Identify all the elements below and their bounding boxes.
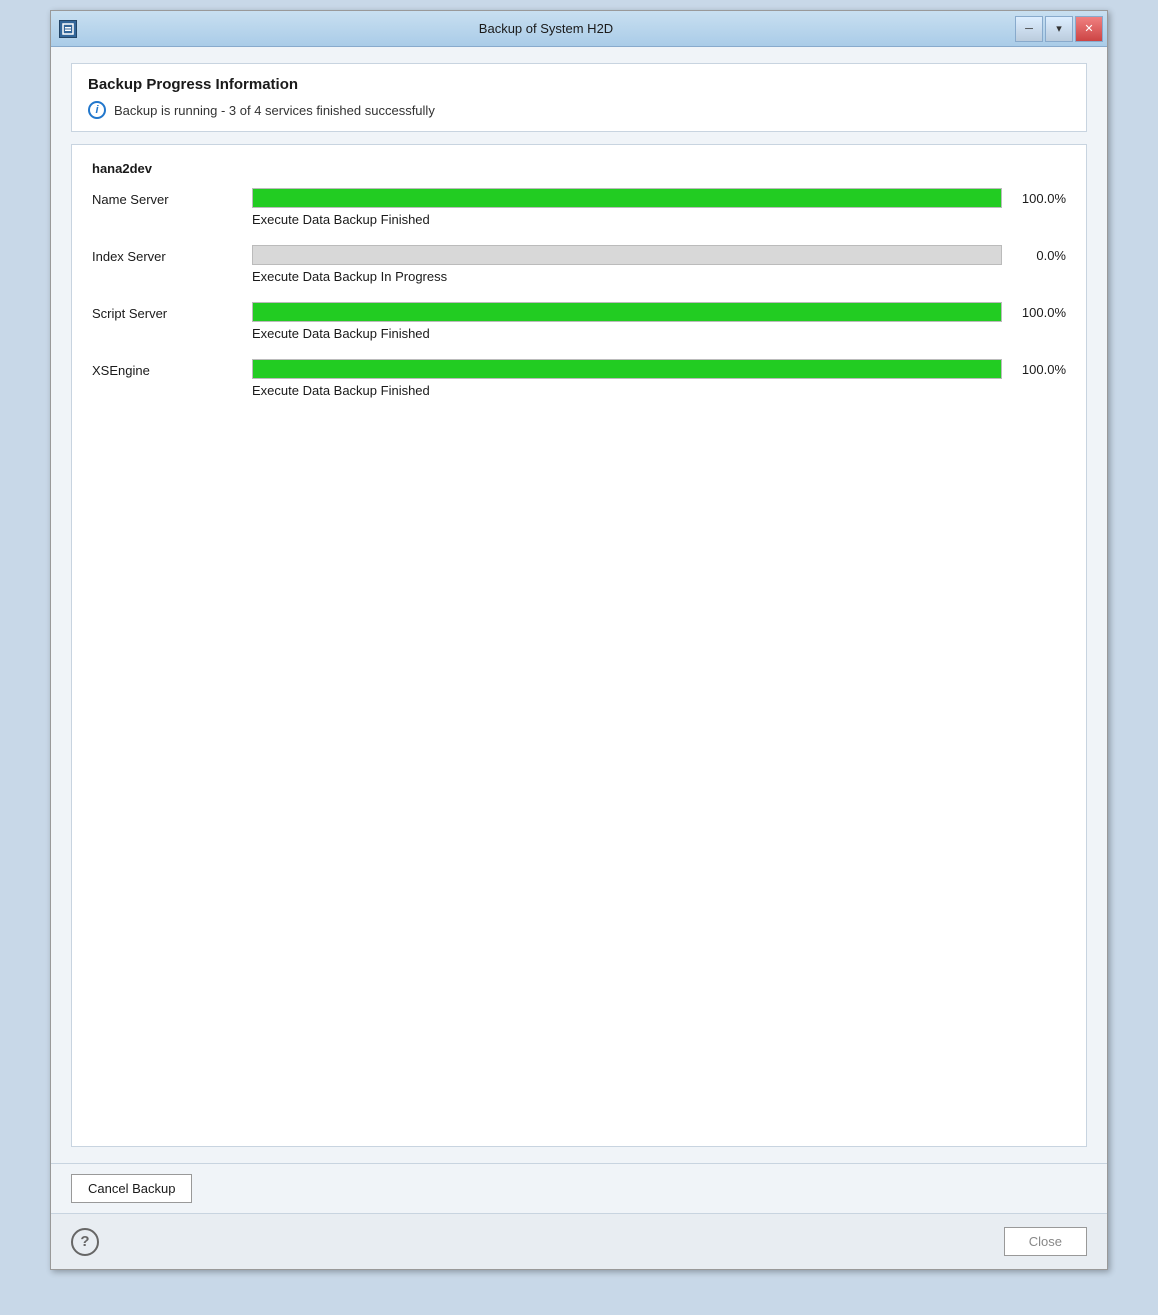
dropdown-button[interactable]: ▾ [1045,16,1073,42]
progress-bar-fill [253,360,1001,378]
progress-percent: 0.0% [1014,248,1066,263]
bottom-buttons-area: Cancel Backup [51,1163,1107,1213]
service-progress-area: 100.0% Execute Data Backup Finished [252,188,1066,227]
progress-bar-container [252,302,1002,322]
service-status-text: Execute Data Backup Finished [252,383,1066,398]
service-row: Index Server 0.0% Execute Data Backup In P… [92,245,1066,284]
main-window: Backup of System H2D ─ ▾ ✕ Backup Progre… [50,10,1108,1270]
service-progress-area: 100.0% Execute Data Backup Finished [252,302,1066,341]
progress-row: 100.0% [252,188,1066,208]
service-row: Name Server 100.0% Execute Data Backup Fin… [92,188,1066,227]
status-line: i Backup is running - 3 of 4 services fi… [88,101,1070,119]
app-icon [59,20,77,38]
service-row: XSEngine 100.0% Execute Data Backup Finish… [92,359,1066,398]
progress-percent: 100.0% [1014,305,1066,320]
cancel-backup-button[interactable]: Cancel Backup [71,1174,192,1203]
progress-percent: 100.0% [1014,191,1066,206]
progress-percent: 100.0% [1014,362,1066,377]
window-close-button[interactable]: ✕ [1075,16,1103,42]
service-label: XSEngine [92,359,252,378]
progress-bar-fill [253,189,1001,207]
service-status-text: Execute Data Backup Finished [252,326,1066,341]
services-panel: hana2dev Name Server 100.0% Execute Data B… [71,144,1087,1147]
service-progress-area: 0.0% Execute Data Backup In Progress [252,245,1066,284]
service-status-text: Execute Data Backup In Progress [252,269,1066,284]
content-area: Backup Progress Information i Backup is … [51,47,1107,1163]
service-status-text: Execute Data Backup Finished [252,212,1066,227]
titlebar: Backup of System H2D ─ ▾ ✕ [51,11,1107,47]
footer: ? Close [51,1213,1107,1269]
progress-row: 100.0% [252,302,1066,322]
page-title: Backup Progress Information [88,76,1070,93]
progress-row: 0.0% [252,245,1066,265]
progress-bar-container [252,359,1002,379]
window-controls: ─ ▾ ✕ [1015,16,1103,42]
window-title: Backup of System H2D [77,21,1015,36]
progress-row: 100.0% [252,359,1066,379]
progress-bar-fill [253,303,1001,321]
close-button[interactable]: Close [1004,1227,1087,1256]
service-label: Script Server [92,302,252,321]
service-progress-area: 100.0% Execute Data Backup Finished [252,359,1066,398]
progress-bar-container [252,245,1002,265]
progress-bar-container [252,188,1002,208]
minimize-button[interactable]: ─ [1015,16,1043,42]
header-section: Backup Progress Information i Backup is … [71,63,1087,132]
info-icon: i [88,101,106,119]
status-text: Backup is running - 3 of 4 services fini… [114,103,435,118]
service-row: Script Server 100.0% Execute Data Backup F… [92,302,1066,341]
help-icon[interactable]: ? [71,1228,99,1256]
service-label: Name Server [92,188,252,207]
services-container: Name Server 100.0% Execute Data Backup Fin… [92,188,1066,398]
host-name: hana2dev [92,161,1066,176]
service-label: Index Server [92,245,252,264]
